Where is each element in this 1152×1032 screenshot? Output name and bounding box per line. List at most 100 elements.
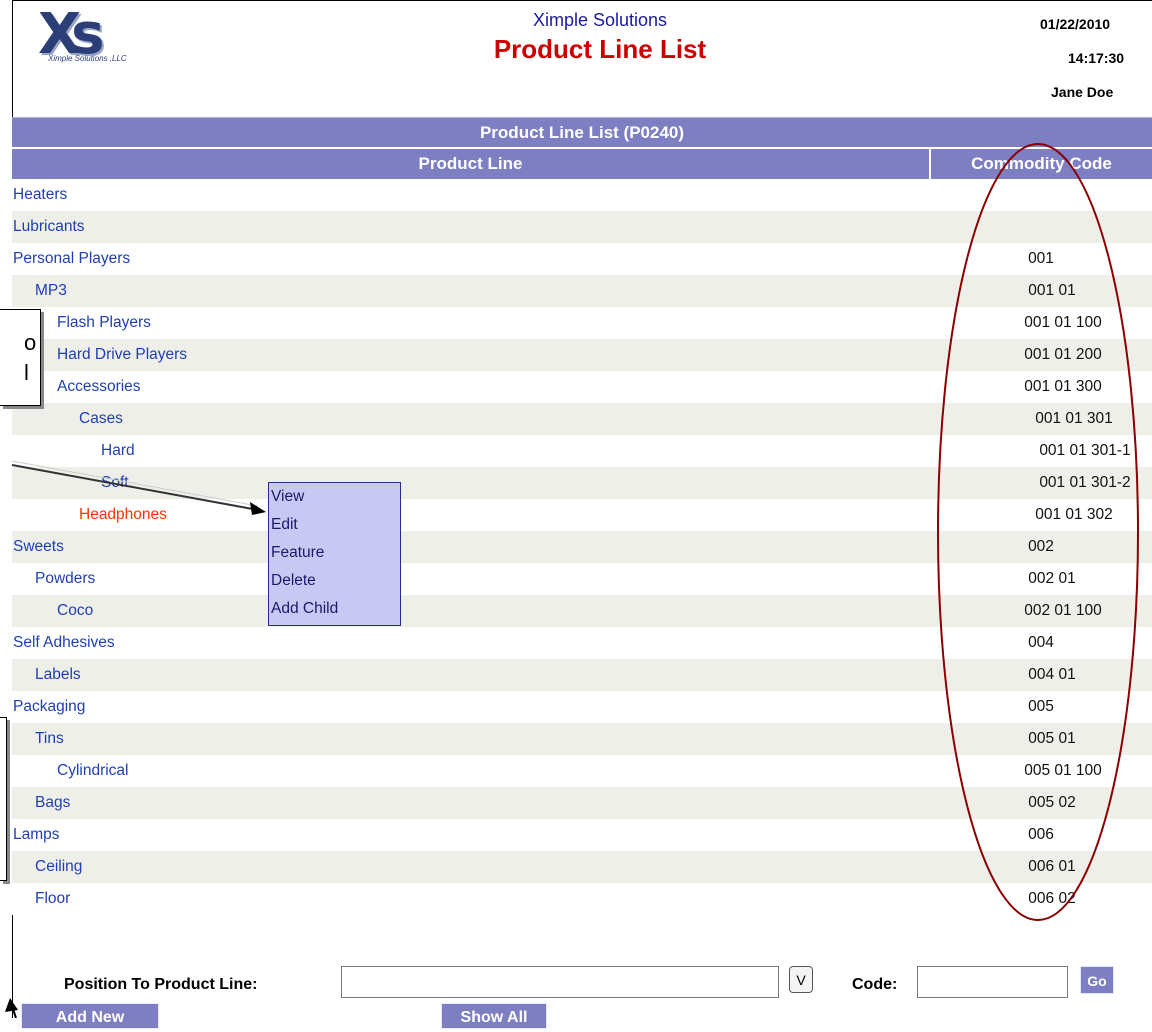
page-title: Product Line List [493, 34, 707, 64]
table-row: Cylindrical 005 01 100 [12, 755, 1152, 787]
callout-text-fragment: l [24, 360, 29, 385]
commodity-code-cell: 001 [1028, 250, 1054, 267]
product-line-link[interactable]: Labels [12, 659, 952, 691]
product-line-link[interactable]: Heaters [12, 179, 930, 211]
product-line-link[interactable]: Cases [12, 403, 996, 435]
product-line-link[interactable]: Soft [12, 467, 1018, 499]
commodity-code-cell: 002 01 100 [1024, 602, 1102, 619]
commodity-code-cell [930, 211, 1152, 243]
commodity-code-cell: 004 01 [1028, 666, 1076, 683]
code-label: Code: [852, 976, 898, 993]
product-line-link[interactable]: Packaging [12, 691, 930, 723]
commodity-code-cell: 006 01 [1028, 858, 1076, 875]
annotation-callout-box: o l [0, 309, 41, 406]
table-row: Soft 001 01 301-2 [12, 467, 1152, 499]
go-button[interactable]: Go [1080, 966, 1114, 994]
commodity-code-cell: 005 01 [1028, 730, 1076, 747]
product-line-link[interactable]: Sweets [12, 531, 930, 563]
commodity-code-cell: 006 [1028, 826, 1054, 843]
product-line-link[interactable]: Cylindrical [12, 755, 974, 787]
code-input[interactable] [917, 966, 1068, 998]
product-line-link[interactable]: Lubricants [12, 211, 930, 243]
grid-title: Product Line List (P0240) [12, 117, 1152, 147]
table-row: Ceiling 006 01 [12, 851, 1152, 883]
lookup-button[interactable]: V [789, 966, 813, 993]
company-logo: Xs Ximple Solutions ,LLC [38, 2, 168, 68]
table-row: Powders 002 01 [12, 563, 1152, 595]
table-row: Headphones 001 01 302 [12, 499, 1152, 531]
table-row: Accessories 001 01 300 [12, 371, 1152, 403]
product-line-link[interactable]: Tins [12, 723, 952, 755]
commodity-code-cell: 002 [1028, 538, 1054, 555]
table-row: Hard Drive Players 001 01 200 [12, 339, 1152, 371]
context-menu: View Edit Feature Delete Add Child [268, 482, 401, 626]
commodity-code-cell: 002 01 [1028, 570, 1076, 587]
page-frame-top [12, 0, 1152, 1]
commodity-code-cell: 001 01 301-1 [1039, 442, 1131, 459]
table-row: MP3 001 01 [12, 275, 1152, 307]
user-name: Jane Doe [1051, 84, 1114, 100]
context-menu-item[interactable]: Edit [269, 511, 400, 539]
product-line-link[interactable]: Powders [12, 563, 952, 595]
product-line-grid: Product Line List (P0240) Product Line C… [12, 117, 1152, 915]
context-menu-item[interactable]: View [269, 483, 400, 511]
table-row: Lamps 006 [12, 819, 1152, 851]
table-row: Tins 005 01 [12, 723, 1152, 755]
commodity-code-cell: 001 01 [1028, 282, 1076, 299]
table-row: Coco 002 01 100 [12, 595, 1152, 627]
product-line-link[interactable]: Headphones [12, 499, 996, 531]
table-row: Self Adhesives 004 [12, 627, 1152, 659]
commodity-code-cell: 001 01 302 [1035, 506, 1113, 523]
product-line-link[interactable]: Lamps [12, 819, 930, 851]
product-line-link[interactable]: Ceiling [12, 851, 952, 883]
commodity-code-cell [930, 179, 1152, 211]
logo-subtext: Ximple Solutions ,LLC [48, 54, 127, 63]
table-row: Hard 001 01 301-1 [12, 435, 1152, 467]
commodity-code-cell: 001 01 100 [1024, 314, 1102, 331]
product-line-link[interactable]: Flash Players [12, 307, 974, 339]
commodity-code-cell: 004 [1028, 634, 1054, 651]
table-row: Bags 005 02 [12, 787, 1152, 819]
grid-body: Heaters Lubricants Personal Players 001 MP3 0… [12, 179, 1152, 915]
table-row: Lubricants [12, 211, 1152, 243]
show-all-button[interactable]: Show All [441, 1003, 547, 1029]
callout-text-fragment: o [24, 330, 37, 355]
column-header-commodity-code[interactable]: Commodity Code [931, 149, 1152, 179]
grid-header: Product Line Commodity Code [12, 147, 1152, 179]
product-line-link[interactable]: Bags [12, 787, 952, 819]
table-row: Sweets 002 [12, 531, 1152, 563]
product-line-link[interactable]: Floor [12, 883, 952, 915]
annotation-callout-box-lower [0, 717, 7, 881]
product-line-link[interactable]: Hard Drive Players [12, 339, 974, 371]
commodity-code-cell: 006 02 [1028, 890, 1076, 907]
product-line-link[interactable]: Personal Players [12, 243, 930, 275]
current-date: 01/22/2010 [1040, 16, 1111, 32]
product-line-link[interactable]: Accessories [12, 371, 974, 403]
product-line-link[interactable]: Coco [12, 595, 974, 627]
company-name: Ximple Solutions [532, 10, 668, 30]
product-line-link[interactable]: Hard [12, 435, 1018, 467]
column-header-product-line[interactable]: Product Line [12, 149, 931, 179]
table-row: Packaging 005 [12, 691, 1152, 723]
commodity-code-cell: 005 01 100 [1024, 762, 1102, 779]
current-time: 14:17:30 [1068, 50, 1125, 66]
context-menu-item[interactable]: Delete [269, 567, 400, 595]
commodity-code-cell: 005 [1028, 698, 1054, 715]
add-new-button[interactable]: Add New [21, 1003, 159, 1029]
table-row: Personal Players 001 [12, 243, 1152, 275]
context-menu-item[interactable]: Feature [269, 539, 400, 567]
commodity-code-cell: 001 01 200 [1024, 346, 1102, 363]
commodity-code-cell: 001 01 301 [1035, 410, 1113, 427]
commodity-code-cell: 001 01 301-2 [1039, 474, 1131, 491]
position-to-product-line-input[interactable] [341, 966, 779, 998]
commodity-code-cell: 001 01 300 [1024, 378, 1102, 395]
commodity-code-cell: 005 02 [1028, 794, 1076, 811]
position-to-label: Position To Product Line: [64, 976, 258, 993]
product-line-link[interactable]: Self Adhesives [12, 627, 930, 659]
table-row: Floor 006 02 [12, 883, 1152, 915]
product-line-link[interactable]: MP3 [12, 275, 952, 307]
table-row: Heaters [12, 179, 1152, 211]
context-menu-item[interactable]: Add Child [269, 595, 400, 623]
table-row: Labels 004 01 [12, 659, 1152, 691]
table-row: Flash Players 001 01 100 [12, 307, 1152, 339]
